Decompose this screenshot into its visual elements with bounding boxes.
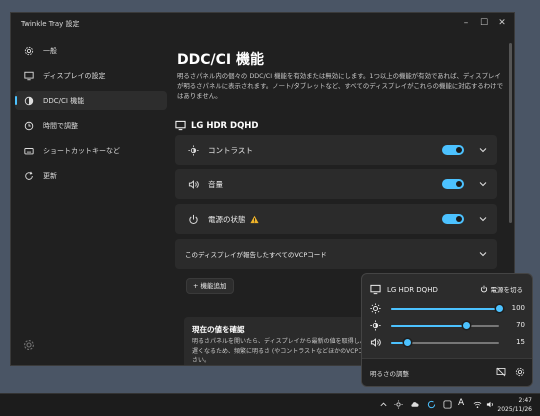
- brightness-icon: [370, 303, 381, 314]
- add-feature-button[interactable]: + 機能追加: [186, 278, 234, 294]
- brightness-flyout: LG HDR DQHD 電源を切る 100 70 15 明るさの調整: [361, 273, 533, 387]
- volume-slider-row: 15: [370, 337, 525, 349]
- chevron-down-icon[interactable]: [479, 250, 487, 258]
- contrast-icon: [187, 144, 199, 156]
- sidebar-item-label: ショートカットキーなど: [43, 146, 120, 155]
- clock-time: 2:47: [518, 397, 532, 404]
- volume-toggle[interactable]: [442, 179, 464, 189]
- clock-date: 2025/11/26: [497, 406, 532, 413]
- sync-icon[interactable]: [427, 400, 436, 409]
- adjust-icon: [23, 95, 35, 107]
- volume-value: 15: [516, 338, 525, 346]
- warning-icon: [249, 215, 259, 223]
- contrast-value: 70: [516, 321, 525, 329]
- flyout-footer-label: 明るさの調整: [370, 370, 409, 378]
- volume-slider[interactable]: [391, 339, 499, 346]
- flyout-monitor-name: LG HDR DQHD: [387, 285, 438, 294]
- feature-row-contrast: コントラスト: [175, 135, 497, 165]
- monitor-icon: [23, 70, 35, 82]
- sidebar-item-display[interactable]: ディスプレイの設定: [15, 66, 167, 85]
- feature-row-volume: 音量: [175, 169, 497, 199]
- ime-indicator[interactable]: A: [458, 398, 467, 408]
- slider-thumb[interactable]: [495, 305, 503, 312]
- contrast-slider-row: 70: [370, 320, 525, 332]
- taskbar: A 2:47 2025/11/26: [0, 393, 540, 416]
- app-tray-icon[interactable]: [443, 400, 452, 409]
- screen-off-icon[interactable]: [496, 367, 506, 377]
- keyboard-icon: [23, 145, 35, 157]
- chevron-up-icon[interactable]: [379, 400, 388, 409]
- volume-icon: [187, 178, 199, 190]
- window-title: Twinkle Tray 設定: [21, 20, 80, 28]
- power-off-button[interactable]: 電源を切る: [480, 284, 524, 294]
- monitor-heading: LG HDR DQHD: [175, 120, 258, 131]
- slider-thumb[interactable]: [463, 322, 471, 329]
- feature-label: コントラスト: [208, 145, 253, 155]
- power-icon: [187, 213, 199, 225]
- monitor-icon: [175, 120, 186, 131]
- slider-fill: [391, 325, 467, 327]
- settings-icon[interactable]: [515, 367, 525, 377]
- brightness-tray-icon[interactable]: [394, 400, 403, 409]
- feature-label: 電源の状態: [208, 214, 246, 224]
- monitor-icon: [370, 284, 381, 295]
- close-button[interactable]: ✕: [493, 16, 511, 30]
- page-description: 明るさパネル内の個々の DDC/CI 機能を有効または無効にします。1つ以上の機…: [177, 72, 503, 100]
- sidebar-item-label: ディスプレイの設定: [43, 71, 106, 80]
- power-toggle[interactable]: [442, 214, 464, 224]
- volume-tray-icon[interactable]: [486, 400, 495, 409]
- vcp-codes-row[interactable]: このディスプレイが報告したすべてのVCPコード: [175, 239, 497, 269]
- monitor-name: LG HDR DQHD: [191, 120, 259, 131]
- power-off-label: 電源を切る: [490, 286, 524, 294]
- chevron-down-icon[interactable]: [479, 215, 487, 223]
- refresh-icon: [23, 170, 35, 182]
- slider-thumb[interactable]: [403, 339, 411, 346]
- contrast-slider[interactable]: [391, 322, 499, 329]
- volume-icon: [370, 338, 381, 347]
- chevron-down-icon[interactable]: [479, 146, 487, 154]
- sidebar-item-time[interactable]: 時間で調整: [15, 116, 167, 135]
- gear-icon: [23, 45, 35, 57]
- wifi-icon[interactable]: [473, 400, 482, 409]
- flyout-footer: 明るさの調整: [362, 358, 532, 386]
- brightness-value: 100: [511, 304, 525, 312]
- maximize-button[interactable]: ☐: [475, 16, 493, 30]
- cloud-icon[interactable]: [410, 400, 419, 409]
- minimize-button[interactable]: –: [457, 16, 475, 30]
- sidebar: 一般 ディスプレイの設定 DDC/CI 機能 時間で調整 ショートカットキーなど: [11, 37, 171, 185]
- slider-fill: [391, 308, 499, 310]
- sidebar-item-ddcci[interactable]: DDC/CI 機能: [15, 91, 167, 110]
- chevron-down-icon[interactable]: [479, 180, 487, 188]
- flyout-monitor-heading: LG HDR DQHD: [370, 284, 438, 295]
- sidebar-item-general[interactable]: 一般: [15, 41, 167, 60]
- page-title: DDC/CI 機能: [177, 52, 264, 68]
- scrollbar[interactable]: [509, 43, 512, 223]
- taskbar-clock[interactable]: 2:47 2025/11/26: [497, 396, 532, 414]
- sidebar-item-label: DDC/CI 機能: [43, 96, 85, 105]
- settings-icon[interactable]: [23, 339, 35, 351]
- feature-row-power: 電源の状態: [175, 204, 497, 234]
- sidebar-item-update[interactable]: 更新: [15, 166, 167, 185]
- contrast-icon: [370, 320, 381, 331]
- brightness-slider[interactable]: [391, 305, 503, 312]
- vcp-codes-label: このディスプレイが報告したすべてのVCPコード: [185, 251, 327, 259]
- sidebar-item-shortcuts[interactable]: ショートカットキーなど: [15, 141, 167, 160]
- clock-icon: [23, 120, 35, 132]
- current-values-heading: 現在の値を確認: [192, 325, 245, 334]
- sidebar-item-label: 一般: [43, 46, 57, 55]
- contrast-toggle[interactable]: [442, 145, 464, 155]
- sidebar-item-label: 時間で調整: [43, 121, 78, 130]
- brightness-slider-row: 100: [370, 303, 525, 315]
- sidebar-item-label: 更新: [43, 171, 57, 180]
- title-bar: Twinkle Tray 設定 – ☐ ✕: [11, 13, 514, 35]
- feature-label: 音量: [208, 179, 223, 189]
- power-icon: [480, 285, 487, 293]
